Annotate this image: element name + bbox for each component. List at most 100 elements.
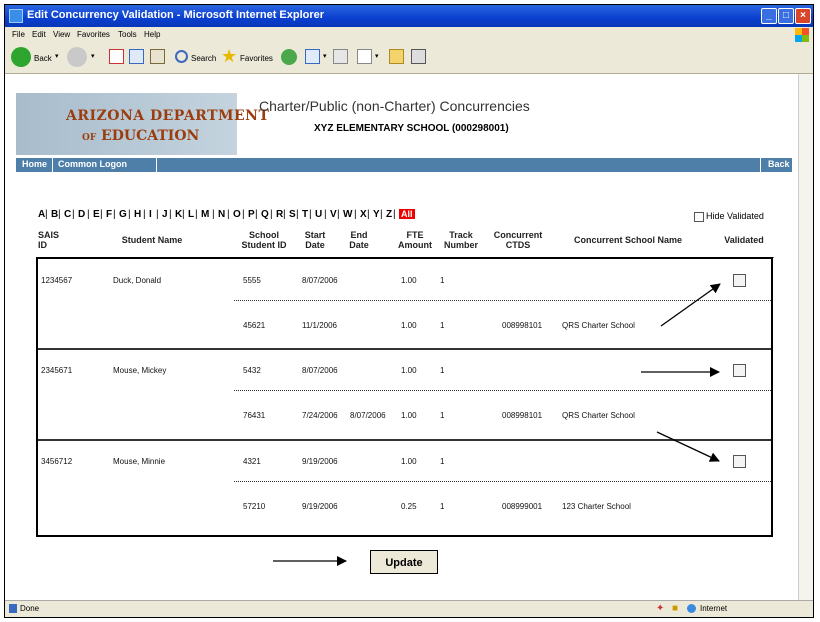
- col-start-date: Start Date: [300, 230, 330, 250]
- col-fte-line1: FTE: [406, 230, 424, 240]
- hide-validated-checkbox[interactable]: [694, 212, 704, 222]
- menu-file[interactable]: File: [12, 30, 25, 39]
- col-school-line1: School: [248, 230, 279, 240]
- maximize-button[interactable]: □: [778, 8, 794, 24]
- close-button[interactable]: ×: [795, 8, 811, 24]
- edit-dropdown-icon[interactable]: ▾: [375, 52, 379, 60]
- history-icon[interactable]: [281, 49, 297, 65]
- folder-icon[interactable]: [389, 49, 404, 64]
- alpha-separator: |: [45, 209, 48, 220]
- concurrent-track-number: 1: [440, 411, 445, 420]
- alpha-link-i[interactable]: I: [149, 209, 152, 220]
- alpha-link-o[interactable]: O: [233, 209, 241, 220]
- alpha-link-s[interactable]: S: [289, 209, 296, 220]
- windows-logo-icon: [795, 28, 809, 42]
- alpha-separator: |: [212, 209, 215, 220]
- col-start-line2: Date: [305, 240, 325, 250]
- school-name: XYZ ELEMENTARY SCHOOL (000298001): [314, 123, 509, 134]
- home-icon[interactable]: [150, 49, 165, 64]
- col-student-name: Student Name: [121, 235, 183, 245]
- menu-favorites[interactable]: Favorites: [77, 30, 110, 39]
- menu-view[interactable]: View: [53, 30, 70, 39]
- alpha-link-h[interactable]: H: [134, 209, 141, 220]
- nav-home-link[interactable]: Home: [22, 159, 47, 169]
- alpha-link-p[interactable]: P: [248, 209, 255, 220]
- col-sais-id-line1: SAIS: [38, 230, 60, 240]
- start-date: 8/07/2006: [302, 276, 338, 285]
- update-button[interactable]: Update: [370, 550, 438, 574]
- col-concurrent-school-name: Concurrent School Name: [573, 235, 683, 245]
- vertical-scrollbar[interactable]: [798, 74, 813, 600]
- popup-blocked-icon[interactable]: ✦: [656, 603, 664, 614]
- start-date: 9/19/2006: [302, 457, 338, 466]
- alpha-link-m[interactable]: M: [201, 209, 209, 220]
- row-divider: [234, 390, 771, 391]
- alpha-separator: |: [367, 209, 370, 220]
- sais-id: 3456712: [41, 457, 73, 466]
- menu-tools[interactable]: Tools: [118, 30, 137, 39]
- alpha-link-g[interactable]: G: [119, 209, 127, 220]
- alpha-link-n[interactable]: N: [218, 209, 225, 220]
- ie-icon: [9, 9, 23, 23]
- alpha-link-q[interactable]: Q: [261, 209, 269, 220]
- minimize-button[interactable]: _: [761, 8, 777, 24]
- concurrent-school-student-id: 45621: [243, 321, 266, 330]
- mail-icon[interactable]: [305, 49, 320, 64]
- alpha-separator: |: [324, 209, 327, 220]
- nav-common-logon-link[interactable]: Common Logon: [58, 159, 127, 169]
- alpha-link-y[interactable]: Y: [373, 209, 380, 220]
- refresh-icon[interactable]: [129, 49, 144, 64]
- research-icon[interactable]: [411, 49, 426, 64]
- col-sais-id-line2: ID: [38, 240, 47, 250]
- validated-checkbox[interactable]: [733, 274, 746, 287]
- nav-back-link[interactable]: Back: [768, 159, 790, 169]
- back-dropdown-icon[interactable]: ▾: [55, 52, 59, 60]
- alpha-link-all[interactable]: All: [399, 209, 415, 219]
- nav-separator: [760, 158, 761, 172]
- alpha-separator: |: [87, 209, 90, 220]
- back-label[interactable]: Back: [34, 54, 52, 63]
- alpha-link-l[interactable]: L: [188, 209, 194, 220]
- validated-checkbox[interactable]: [733, 364, 746, 377]
- col-ctds-line1: Concurrent: [493, 230, 543, 240]
- alpha-link-e[interactable]: E: [93, 209, 100, 220]
- forward-arrow-icon[interactable]: [67, 47, 87, 67]
- back-arrow-icon[interactable]: [11, 47, 31, 67]
- alpha-link-u[interactable]: U: [315, 209, 322, 220]
- zone-text: Internet: [700, 604, 728, 613]
- mail-dropdown-icon[interactable]: ▾: [323, 52, 327, 60]
- search-label[interactable]: Search: [191, 54, 216, 63]
- alpha-link-t[interactable]: T: [302, 209, 308, 220]
- validated-checkbox[interactable]: [733, 455, 746, 468]
- alpha-separator: |: [58, 209, 61, 220]
- student-name: Mouse, Minnie: [113, 457, 166, 466]
- logo-of-text: OF: [82, 133, 97, 143]
- edit-icon[interactable]: [357, 49, 372, 64]
- alpha-link-w[interactable]: W: [343, 209, 352, 220]
- concurrent-school-name: QRS Charter School: [562, 411, 635, 420]
- alpha-link-v[interactable]: V: [330, 209, 337, 220]
- menu-edit[interactable]: Edit: [32, 30, 46, 39]
- title-bar: Edit Concurrency Validation - Microsoft …: [5, 5, 813, 27]
- alpha-link-c[interactable]: C: [64, 209, 71, 220]
- hide-validated-label: Hide Validated: [706, 211, 764, 221]
- stop-icon[interactable]: [109, 49, 124, 64]
- search-icon[interactable]: [175, 50, 188, 63]
- favorites-label[interactable]: Favorites: [240, 54, 273, 63]
- menu-help[interactable]: Help: [144, 30, 160, 39]
- print-icon[interactable]: [333, 49, 348, 64]
- logo-education-text: EDUCATION: [101, 128, 200, 144]
- alpha-link-x[interactable]: X: [360, 209, 367, 220]
- alpha-separator: |: [393, 209, 396, 220]
- alpha-link-d[interactable]: D: [78, 209, 85, 220]
- alpha-separator: |: [227, 209, 230, 220]
- school-student-id: 4321: [243, 457, 261, 466]
- alpha-link-f[interactable]: F: [106, 209, 112, 220]
- alpha-link-z[interactable]: Z: [386, 209, 392, 220]
- internet-zone-icon: [687, 604, 696, 613]
- alpha-link-j[interactable]: J: [162, 209, 168, 220]
- forward-dropdown-icon[interactable]: ▾: [91, 52, 95, 60]
- concurrent-ctds: 008998101: [502, 321, 543, 330]
- favorites-star-icon[interactable]: ★: [221, 46, 237, 67]
- col-ctds-line2: CTDS: [505, 240, 531, 250]
